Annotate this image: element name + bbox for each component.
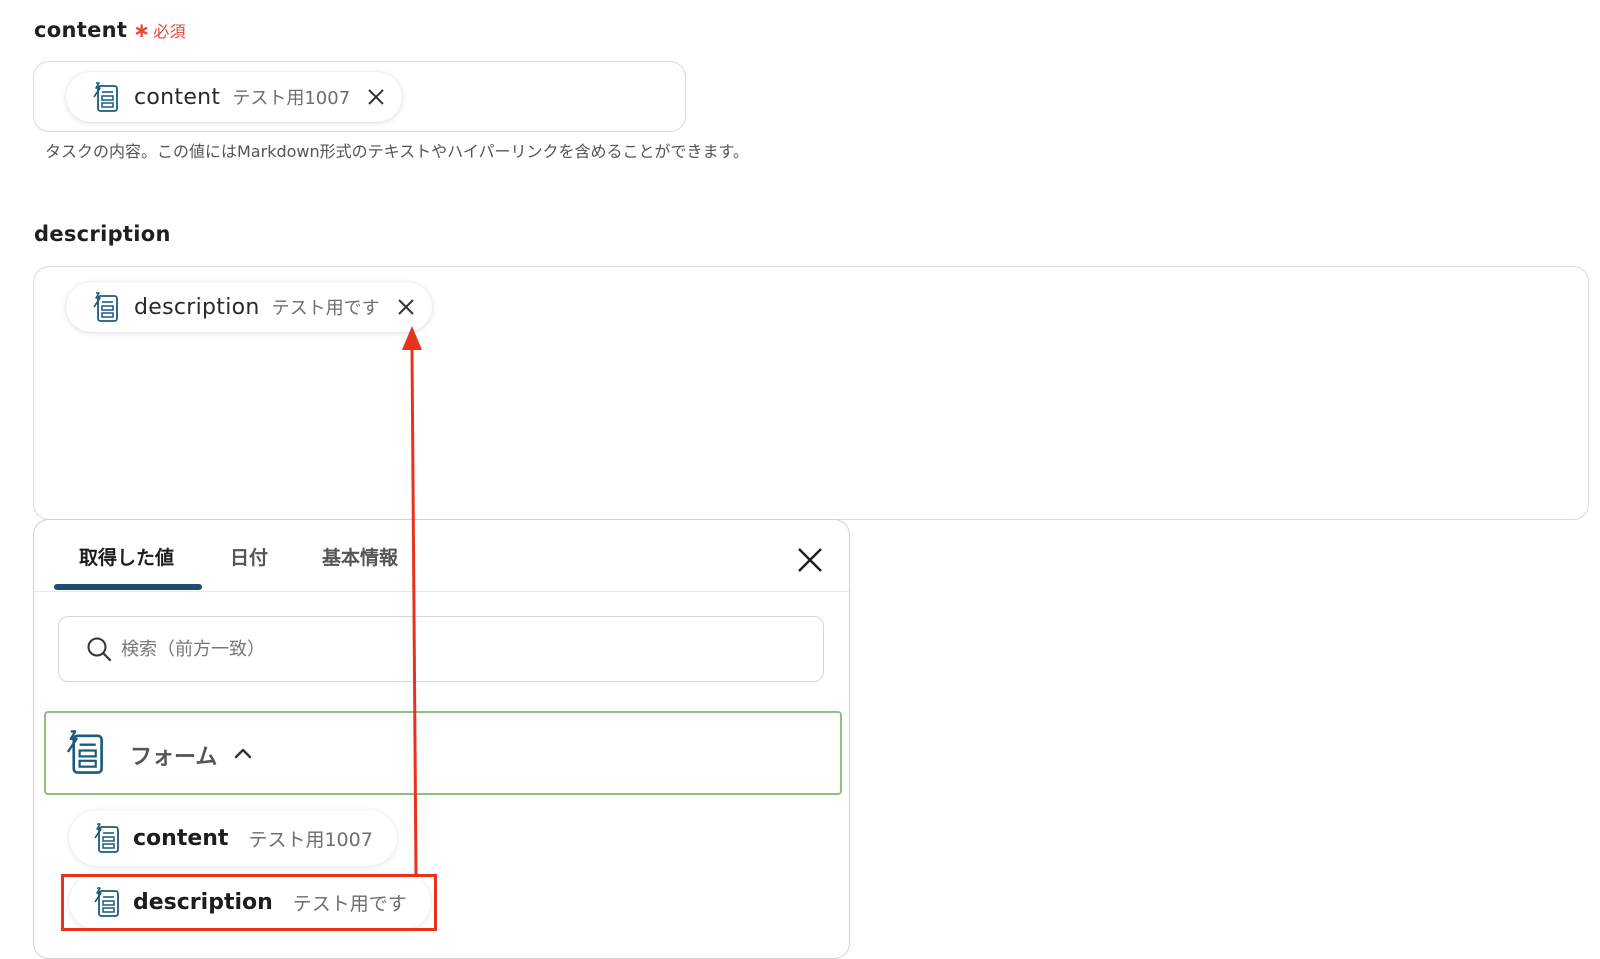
chip-field-value: テスト用です: [271, 298, 380, 319]
search-input[interactable]: [119, 637, 763, 661]
tab-date[interactable]: 日付: [230, 543, 268, 570]
list-item-description[interactable]: description テスト用です: [69, 874, 431, 930]
item-name: description: [133, 889, 273, 915]
tab-acquired-values[interactable]: 取得した値: [79, 543, 174, 570]
chip-field-value: テスト用1007: [232, 88, 351, 109]
content-help-text: タスクの内容。この値にはMarkdown形式のテキストやハイパーリンクを含めるこ…: [45, 142, 749, 161]
picker-tabs: 取得した値 日付 基本情報: [34, 520, 849, 592]
description-value-chip[interactable]: description テスト用です: [66, 282, 432, 332]
value-picker-panel: 取得した値 日付 基本情報 フォーム content テスト用1007 desc…: [33, 519, 850, 959]
list-item-content[interactable]: content テスト用1007: [69, 810, 397, 866]
form-icon: [62, 727, 106, 777]
item-value: テスト用1007: [248, 828, 373, 851]
chip-field-name: description: [134, 294, 260, 320]
item-name: content: [133, 825, 229, 851]
active-tab-indicator: [54, 584, 202, 590]
content-input[interactable]: content テスト用1007: [33, 61, 686, 132]
content-value-chip[interactable]: content テスト用1007: [66, 72, 403, 122]
required-text: 必須: [153, 22, 186, 41]
item-value: テスト用です: [292, 892, 407, 915]
close-icon[interactable]: [795, 545, 825, 575]
description-field-label: description: [34, 222, 171, 246]
chip-field-name: content: [134, 84, 221, 110]
required-star: ∗: [133, 18, 151, 42]
form-icon: [91, 885, 121, 919]
search-field: [58, 616, 824, 682]
tab-basic-info[interactable]: 基本情報: [322, 543, 398, 570]
close-icon[interactable]: [394, 295, 418, 319]
form-icon: [90, 80, 120, 114]
group-header-form[interactable]: フォーム: [44, 711, 842, 795]
form-icon: [90, 290, 120, 324]
description-label-text: description: [34, 222, 171, 246]
close-icon[interactable]: [364, 85, 388, 109]
content-label-text: content: [34, 18, 128, 42]
search-icon: [87, 637, 112, 662]
description-input[interactable]: description テスト用です: [33, 266, 1589, 520]
form-icon: [91, 821, 121, 855]
chevron-up-icon[interactable]: [231, 742, 255, 766]
group-title: フォーム: [130, 745, 218, 770]
content-field-label: content ∗ 必須: [34, 18, 186, 42]
